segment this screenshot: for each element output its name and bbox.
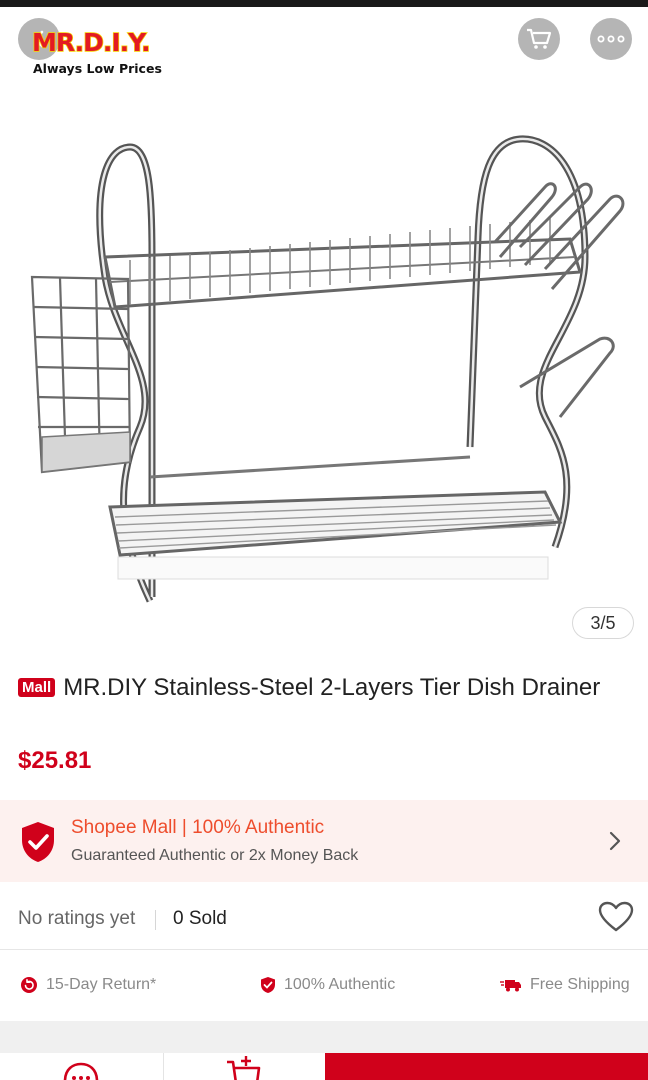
shield-check-icon: [22, 822, 54, 862]
stats-divider: [155, 910, 156, 930]
add-cart-icon: [227, 1056, 261, 1080]
brand-logo: MR.D.I.Y. Always Low Prices: [30, 28, 190, 83]
badge-shipping-label: Free Shipping: [530, 976, 630, 993]
product-title: MR.DIY Stainless-Steel 2-Layers Tier Dis…: [63, 674, 601, 701]
stats-row: No ratings yet 0 Sold: [0, 882, 648, 950]
bottom-action-bar: [0, 1053, 648, 1080]
image-counter: 3/5: [572, 607, 634, 639]
cart-button[interactable]: [518, 18, 560, 60]
section-gap: [0, 1021, 648, 1053]
chat-icon: [63, 1062, 99, 1080]
truck-icon: [500, 980, 521, 992]
ratings-text: No ratings yet: [18, 908, 136, 929]
product-info: Mall MR.DIY Stainless-Steel 2-Layers Tier…: [18, 672, 630, 703]
more-options-button[interactable]: [590, 18, 632, 60]
mall-badge: Mall: [18, 678, 56, 697]
sold-count: 0 Sold: [173, 908, 227, 929]
shopee-mall-banner[interactable]: Shopee Mall | 100% Authentic Guaranteed …: [0, 800, 648, 882]
return-icon: [21, 977, 37, 993]
badge-shipping: Free Shipping: [500, 976, 630, 994]
more-dots-icon: [597, 35, 625, 43]
badge-authentic-label: 100% Authentic: [284, 976, 396, 993]
product-price: $25.81: [18, 747, 92, 774]
authentic-shield-icon: [261, 977, 275, 993]
add-to-cart-button[interactable]: [163, 1053, 325, 1080]
badge-return: 15-Day Return*: [20, 976, 156, 994]
brand-name: MR.D.I.Y.: [31, 28, 151, 58]
product-title-block: Mall MR.DIY Stainless-Steel 2-Layers Tier…: [18, 672, 630, 703]
chat-button[interactable]: [0, 1053, 162, 1080]
mall-subline: Guaranteed Authentic or 2x Money Back: [71, 847, 359, 864]
brand-slogan: Always Low Prices: [33, 61, 162, 76]
status-bar: [0, 0, 648, 7]
buy-now-button[interactable]: [325, 1053, 648, 1080]
service-badges: 15-Day Return* 100% Authentic Free Shipp…: [0, 951, 648, 1021]
badge-authentic: 100% Authentic: [260, 976, 395, 994]
product-image-gallery[interactable]: MR.D.I.Y. Always Low Prices 3/5: [0, 7, 648, 660]
badge-return-label: 15-Day Return*: [46, 976, 157, 993]
shopping-cart-icon: [527, 28, 552, 49]
chevron-right-icon: [609, 831, 621, 851]
heart-icon[interactable]: [598, 901, 634, 933]
dish-rack-image: [30, 135, 625, 603]
mall-headline: Shopee Mall | 100% Authentic: [71, 817, 325, 838]
